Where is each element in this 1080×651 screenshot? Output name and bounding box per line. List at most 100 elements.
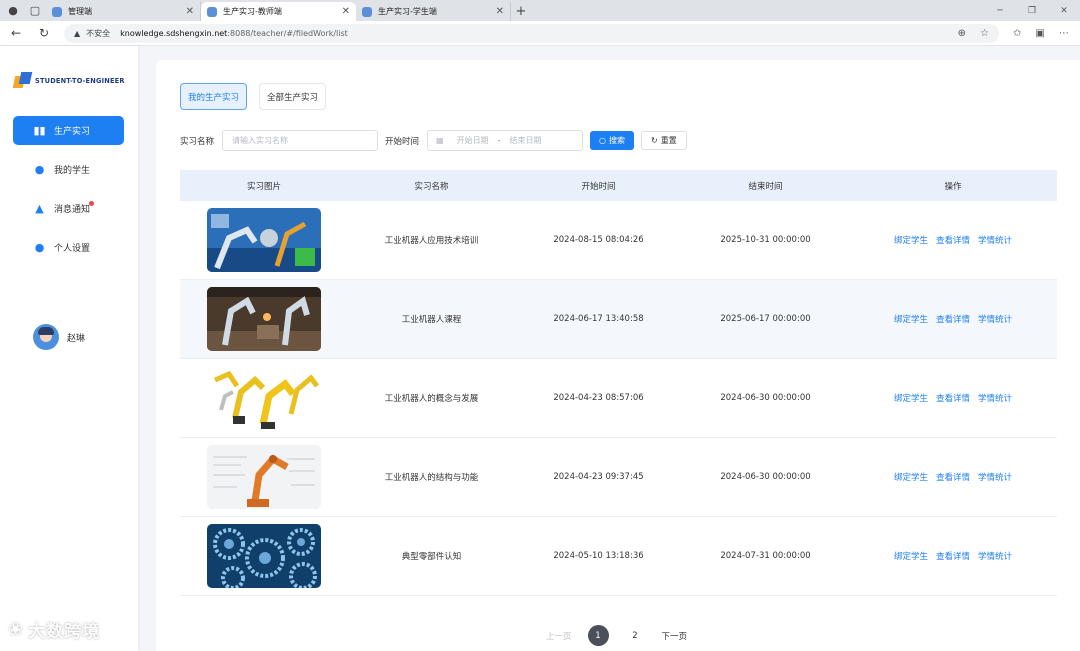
- range-separator: -: [497, 136, 501, 145]
- url-host: knowledge.sdshengxin.net: [120, 28, 228, 38]
- browser-tab-teacher[interactable]: 生产实习-教师端 ✕: [201, 2, 356, 21]
- browser-tab-student[interactable]: 生产实习-学生端 ✕: [356, 2, 511, 21]
- robot-arms-blue-photo[interactable]: [207, 208, 321, 272]
- favorite-star-icon[interactable]: ☆: [980, 28, 989, 39]
- column-header-actions: 操作: [944, 181, 962, 192]
- tab-actions-icon[interactable]: ▢: [24, 0, 46, 21]
- factory-robots-photo[interactable]: [207, 287, 321, 351]
- reset-button[interactable]: ↻ 重置: [641, 131, 687, 150]
- actions-cell: 绑定学生 查看详情 学情统计: [849, 438, 1057, 516]
- warning-icon: ▲: [74, 28, 81, 38]
- search-icon: ○: [599, 136, 607, 145]
- learning-stats-link[interactable]: 学情统计: [978, 392, 1012, 404]
- bind-students-link[interactable]: 绑定学生: [894, 234, 928, 246]
- sidebar-item-internship[interactable]: ▮▮ 生产实习: [13, 116, 124, 145]
- more-icon[interactable]: ⋯: [1059, 28, 1069, 39]
- watermark: ❀ 大数跨境: [8, 617, 100, 642]
- sidebar-item-label: 消息通知: [54, 205, 91, 215]
- tab-all-internships[interactable]: 全部生产实习: [259, 83, 327, 110]
- tab-title: 管理端: [68, 7, 92, 16]
- table-row: 工业机器人课程 2024-06-17 13:40:58 2025-06-17 0…: [180, 280, 1057, 359]
- gears-photo[interactable]: [207, 524, 321, 588]
- user-profile[interactable]: 赵琳: [33, 324, 85, 350]
- students-icon: ●: [34, 163, 45, 176]
- sidebar-item-notifications[interactable]: ▲ 消息通知: [13, 194, 124, 223]
- name-filter-label: 实习名称: [180, 136, 215, 147]
- close-icon[interactable]: ✕: [342, 6, 350, 17]
- column-header-name: 实习名称: [414, 181, 449, 192]
- yellow-robot-arms-photo[interactable]: [207, 366, 321, 430]
- back-icon[interactable]: ←: [6, 26, 26, 40]
- table-row: 工业机器人的概念与发展 2024-04-23 08:57:06 2024-06-…: [180, 359, 1057, 438]
- start-time: 2024-06-17 13:40:58: [553, 314, 644, 324]
- table-row: 工业机器人应用技术培训 2024-08-15 08:04:26 2025-10-…: [180, 201, 1057, 280]
- tab-title: 生产实习-学生端: [378, 7, 437, 16]
- search-button[interactable]: ○ 搜索: [590, 131, 635, 150]
- learning-stats-link[interactable]: 学情统计: [978, 313, 1012, 325]
- refresh-icon: ↻: [651, 136, 658, 145]
- site-favicon-icon: [207, 6, 217, 17]
- date-range-picker[interactable]: ▦ 开始日期 - 结束日期: [427, 130, 584, 151]
- view-details-link[interactable]: 查看详情: [936, 471, 970, 483]
- table-row: 工业机器人的结构与功能 2024-04-23 09:37:45 2024-06-…: [180, 438, 1057, 517]
- time-filter-label: 开始时间: [385, 136, 420, 147]
- user-icon: ●: [34, 241, 45, 254]
- next-page-button[interactable]: 下一页: [662, 630, 688, 642]
- address-field[interactable]: ▲ 不安全 knowledge.sdshengxin.net :8088/tea…: [64, 23, 999, 43]
- new-tab-button[interactable]: +: [511, 2, 531, 21]
- site-favicon-icon: [52, 6, 62, 17]
- pagination: 上一页 1 2 下一页: [546, 625, 687, 646]
- sidebar-item-label: 生产实习: [54, 127, 91, 137]
- bind-students-link[interactable]: 绑定学生: [894, 313, 928, 325]
- learning-stats-link[interactable]: 学情统计: [978, 550, 1012, 562]
- actions-cell: 绑定学生 查看详情 学情统计: [849, 201, 1057, 279]
- sidebar-menu: ▮▮ 生产实习 ● 我的学生 ▲ 消息通知 ● 个人设置: [13, 116, 124, 272]
- view-details-link[interactable]: 查看详情: [936, 313, 970, 325]
- image-cell: [180, 359, 348, 437]
- brand-logo[interactable]: STUDENT-TO-ENGINEER: [14, 72, 125, 90]
- end-time: 2024-07-31 00:00:00: [720, 551, 811, 561]
- minimize-icon[interactable]: ─: [984, 0, 1016, 21]
- bind-students-link[interactable]: 绑定学生: [894, 550, 928, 562]
- start-time: 2024-04-23 08:57:06: [553, 393, 644, 403]
- view-details-link[interactable]: 查看详情: [936, 392, 970, 404]
- page-1-button[interactable]: 1: [587, 625, 609, 646]
- restore-icon[interactable]: ❐: [1016, 0, 1048, 21]
- learning-stats-link[interactable]: 学情统计: [978, 234, 1012, 246]
- collections-icon[interactable]: ▣: [1035, 28, 1044, 39]
- view-details-link[interactable]: 查看详情: [936, 234, 970, 246]
- prev-page-button[interactable]: 上一页: [546, 630, 572, 642]
- window-close-icon[interactable]: ✕: [1048, 0, 1080, 21]
- learning-stats-link[interactable]: 学情统计: [978, 471, 1012, 483]
- view-details-link[interactable]: 查看详情: [936, 550, 970, 562]
- bind-students-link[interactable]: 绑定学生: [894, 392, 928, 404]
- column-header-image: 实习图片: [246, 181, 281, 192]
- end-time: 2024-06-30 00:00:00: [720, 393, 811, 403]
- profile-icon[interactable]: ●: [2, 0, 24, 21]
- tab-my-internships[interactable]: 我的生产实习: [180, 83, 248, 110]
- logo-mark-icon: [14, 72, 32, 90]
- close-icon[interactable]: ✕: [186, 6, 194, 17]
- internship-name: 工业机器人的结构与功能: [384, 473, 479, 483]
- bind-students-link[interactable]: 绑定学生: [894, 471, 928, 483]
- column-header-end: 结束时间: [748, 181, 783, 192]
- close-icon[interactable]: ✕: [496, 6, 504, 17]
- page-2-button[interactable]: 2: [625, 625, 646, 646]
- name-search-input[interactable]: 请输入实习名称: [222, 130, 379, 151]
- calendar-icon: ▦: [436, 136, 444, 145]
- sidebar-item-settings[interactable]: ● 个人设置: [13, 233, 124, 262]
- tab-title: 生产实习-教师端: [223, 7, 282, 16]
- reload-icon[interactable]: ↻: [34, 26, 54, 40]
- start-time: 2024-08-15 08:04:26: [553, 235, 644, 245]
- scope-tabs: 我的生产实习 全部生产实习: [180, 83, 327, 110]
- actions-cell: 绑定学生 查看详情 学情统计: [849, 517, 1057, 595]
- browser-tab-admin[interactable]: 管理端 ✕: [46, 2, 201, 21]
- robot-blueprint-photo[interactable]: [207, 445, 321, 509]
- actions-cell: 绑定学生 查看详情 学情统计: [849, 359, 1057, 437]
- favorites-icon[interactable]: ✩: [1013, 28, 1021, 39]
- browser-tab-strip: ● ▢ 管理端 ✕ 生产实习-教师端 ✕ 生产实习-学生端 ✕ + ─ ❐ ✕: [0, 0, 1080, 21]
- sidebar-item-students[interactable]: ● 我的学生: [13, 155, 124, 184]
- start-time: 2024-04-23 09:37:45: [553, 472, 644, 482]
- translate-icon[interactable]: ⊕: [958, 28, 966, 39]
- security-label: 不安全: [86, 28, 111, 38]
